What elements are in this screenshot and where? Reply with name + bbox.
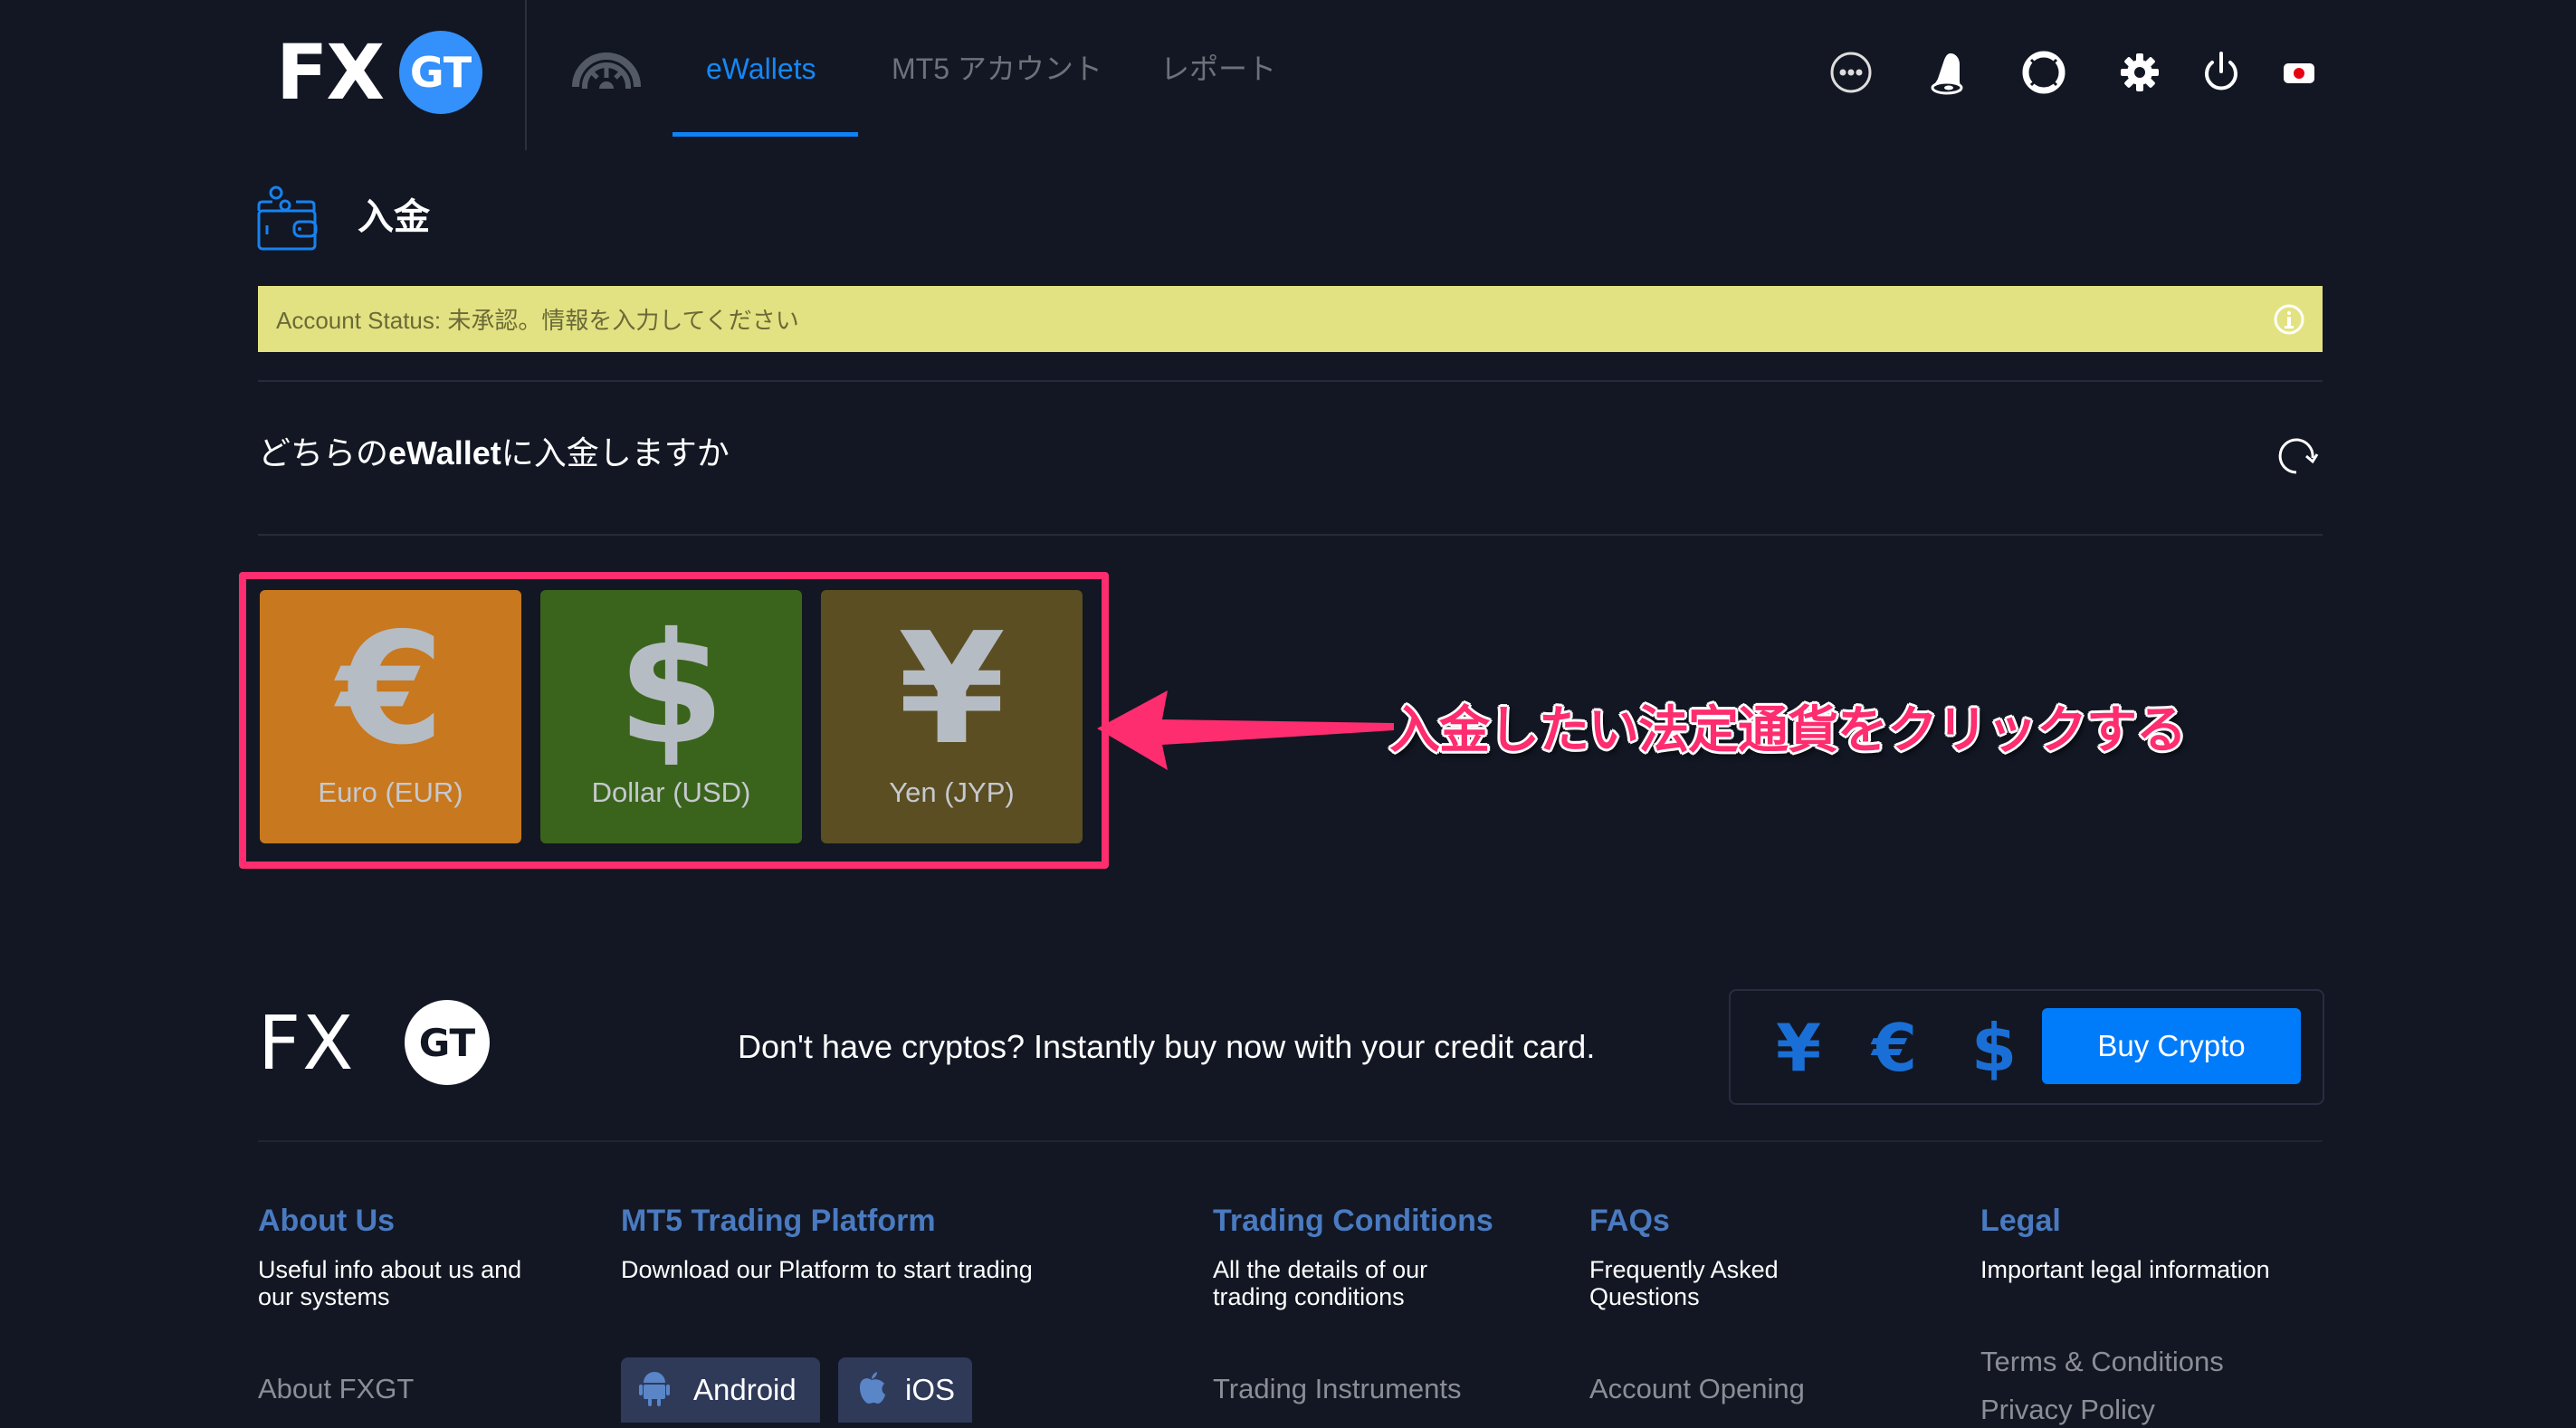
buy-crypto-cta-text: Don't have cryptos? Instantly buy now wi… — [738, 1028, 1596, 1065]
bell-icon[interactable] — [1922, 47, 1973, 98]
footer-heading-about-us[interactable]: About Us — [258, 1201, 395, 1241]
yen-icon: ¥ — [1776, 1010, 1822, 1086]
footer-desc: Download our Platform to start trading — [621, 1256, 1033, 1283]
tab-ewallets[interactable]: eWallets — [706, 51, 816, 87]
tab-mt5-account[interactable]: MT5 アカウント — [892, 51, 1102, 87]
apple-icon — [858, 1371, 885, 1410]
japan-flag-icon[interactable] — [2274, 47, 2324, 98]
nav-divider — [525, 0, 527, 150]
euro-icon: € — [337, 600, 444, 779]
euro-icon: € — [1872, 1010, 1918, 1086]
footer-fxgt-logo: FX GT — [258, 1000, 498, 1086]
footer-heading-trading-conditions[interactable]: Trading Conditions — [1213, 1201, 1493, 1241]
footer-heading-mt5[interactable]: MT5 Trading Platform — [621, 1201, 936, 1241]
footer-desc: Important legal information — [1980, 1256, 2270, 1283]
account-status-text: Account Status: 未承認。情報を入力してください — [276, 307, 799, 334]
android-icon — [639, 1370, 670, 1411]
footer-desc: All the details of our trading condition… — [1213, 1256, 1428, 1310]
tab-report[interactable]: レポート — [1160, 51, 1276, 87]
footer-desc: Frequently Asked Questions — [1589, 1256, 1779, 1310]
footer-heading-legal[interactable]: Legal — [1980, 1201, 2061, 1241]
lifebuoy-icon[interactable] — [2018, 47, 2069, 98]
refresh-icon[interactable] — [2276, 434, 2320, 478]
wallet-icon — [256, 186, 320, 251]
currency-card-eur[interactable]: € Euro (EUR) — [260, 590, 521, 843]
chat-icon[interactable] — [1826, 47, 1876, 98]
dollar-icon: $ — [1971, 1010, 2018, 1086]
gear-icon[interactable] — [2114, 47, 2165, 98]
yen-icon: ¥ — [898, 600, 1006, 779]
fxgt-logo[interactable]: FX GT — [276, 31, 484, 114]
section-divider — [258, 380, 2323, 382]
currency-card-jpy[interactable]: ¥ Yen (JYP) — [821, 590, 1083, 843]
account-status-bar: Account Status: 未承認。情報を入力してください — [258, 286, 2323, 352]
footer-heading-faqs[interactable]: FAQs — [1589, 1201, 1670, 1241]
info-icon[interactable] — [2274, 304, 2304, 335]
currency-label: Yen (JYP) — [889, 776, 1015, 808]
currency-label: Euro (EUR) — [318, 776, 463, 808]
footer-link-trading-instruments[interactable]: Trading Instruments — [1213, 1371, 1462, 1407]
footer-link-privacy[interactable]: Privacy Policy — [1980, 1392, 2155, 1428]
annotation-text: 入金したい法定通貨をクリックする — [1389, 701, 2187, 758]
section-divider — [258, 534, 2323, 536]
currency-label: Dollar (USD) — [591, 776, 751, 808]
power-icon[interactable] — [2196, 47, 2247, 98]
footer-link-about-fxgt[interactable]: About FXGT — [258, 1371, 414, 1407]
page-title: 入金 — [358, 197, 430, 237]
footer-link-terms[interactable]: Terms & Conditions — [1980, 1344, 2224, 1380]
footer-link-account-opening[interactable]: Account Opening — [1589, 1371, 1805, 1407]
footer-desc: Useful info about us and our systems — [258, 1256, 522, 1310]
ios-download-button[interactable]: iOS — [838, 1357, 972, 1423]
buy-crypto-button[interactable]: Buy Crypto — [2042, 1008, 2301, 1084]
dollar-icon: $ — [617, 600, 725, 779]
deposit-question: どちらのeWalletに入金しますか — [258, 434, 730, 471]
annotation-arrow-icon — [1095, 683, 1394, 774]
active-tab-indicator — [673, 132, 858, 137]
dashboard-speedometer-icon[interactable] — [572, 43, 641, 111]
currency-card-usd[interactable]: $ Dollar (USD) — [540, 590, 802, 843]
android-download-button[interactable]: Android — [621, 1357, 820, 1423]
footer-divider — [258, 1140, 2323, 1142]
